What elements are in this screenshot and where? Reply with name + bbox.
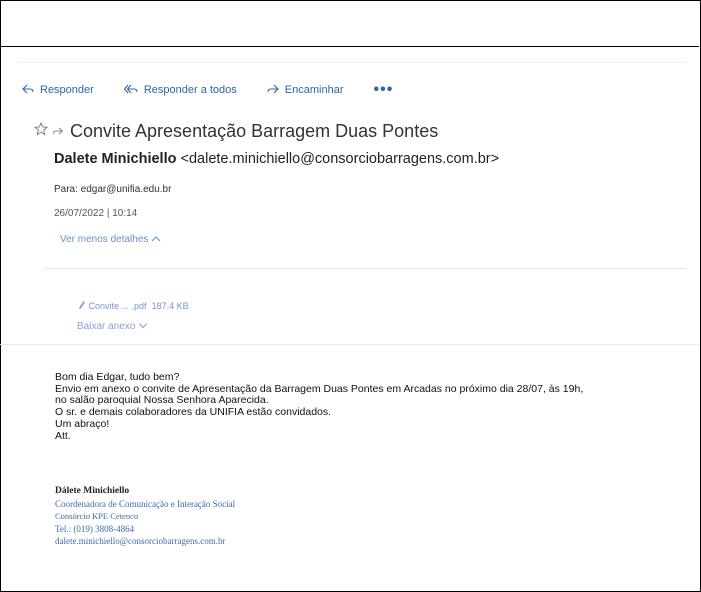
signature-phone: Tel.: (019) 3808-4864: [55, 523, 135, 534]
sent-date: 26/07/2022 | 10:14: [54, 208, 138, 219]
forward-icon: [267, 84, 285, 97]
reply-label: Responder: [40, 84, 94, 96]
email-body: Bom dia Edgar, tudo bem? Envio em anexo …: [55, 371, 695, 442]
body-line: Um abraço!: [55, 417, 110, 430]
body-divider: [0, 344, 700, 345]
star-icon[interactable]: [33, 121, 49, 141]
body-line: Att.: [55, 429, 71, 442]
more-actions-button[interactable]: •••: [373, 82, 393, 98]
attachment-size: 187.4 KB: [151, 301, 189, 311]
sender-name: Dalete Minichiello: [54, 151, 177, 167]
message-toolbar: Responder Responder a todos Encaminhar •…: [22, 80, 393, 100]
reply-all-label: Responder a todos: [143, 84, 237, 96]
recipient-line: Para: edgar@unifia.edu.br: [54, 184, 172, 195]
signature-email[interactable]: dalete.minichiello@consorciobarragens.co…: [55, 535, 235, 548]
reply-all-button[interactable]: Responder a todos: [123, 84, 237, 97]
signature-title: Coordenadora de Comunicação e Interação …: [55, 498, 236, 509]
attachment-name: Convite ... .pdf: [88, 301, 147, 311]
top-blank-bar: [0, 0, 699, 47]
sender-email[interactable]: <dalete.minichiello@consorciobarragens.c…: [181, 151, 500, 167]
reply-button[interactable]: Responder: [22, 84, 94, 97]
reply-all-icon: [123, 84, 144, 97]
download-label: Baixar anexo: [77, 321, 136, 332]
sender-line: Dalete Minichiello <dalete.minichiello@c…: [54, 151, 499, 167]
body-line: O sr. e demais colaboradores da UNIFIA e…: [55, 406, 332, 419]
download-attachment-button[interactable]: Baixar anexo: [77, 321, 148, 332]
subject-row: Convite Apresentação Barragem Duas Ponte…: [33, 121, 439, 142]
chevron-down-icon: [138, 321, 148, 332]
reply-icon: [22, 84, 40, 97]
email-signature: Dálete Minichiello Coordenadora de Comun…: [55, 485, 235, 548]
signature-org: Consórcio KPE Cetenco: [55, 511, 139, 521]
email-subject: Convite Apresentação Barragem Duas Ponte…: [70, 121, 439, 141]
toolbar-divider: [18, 62, 686, 63]
toggle-details-link[interactable]: Ver menos detalhes: [60, 234, 161, 245]
signature-name: Dálete Minichiello: [55, 486, 130, 496]
paperclip-icon: [78, 300, 89, 311]
attachment-item[interactable]: Convite ... .pdf 187.4 KB: [78, 300, 189, 311]
forward-button[interactable]: Encaminhar: [267, 84, 344, 97]
body-line: Bom dia Edgar, tudo bem?: [55, 371, 180, 383]
chevron-up-icon: [151, 234, 161, 245]
forwarded-arrow-icon: [52, 123, 64, 141]
header-divider: [44, 268, 686, 269]
forward-label: Encaminhar: [284, 84, 344, 96]
toggle-details-label: Ver menos detalhes: [60, 234, 149, 245]
